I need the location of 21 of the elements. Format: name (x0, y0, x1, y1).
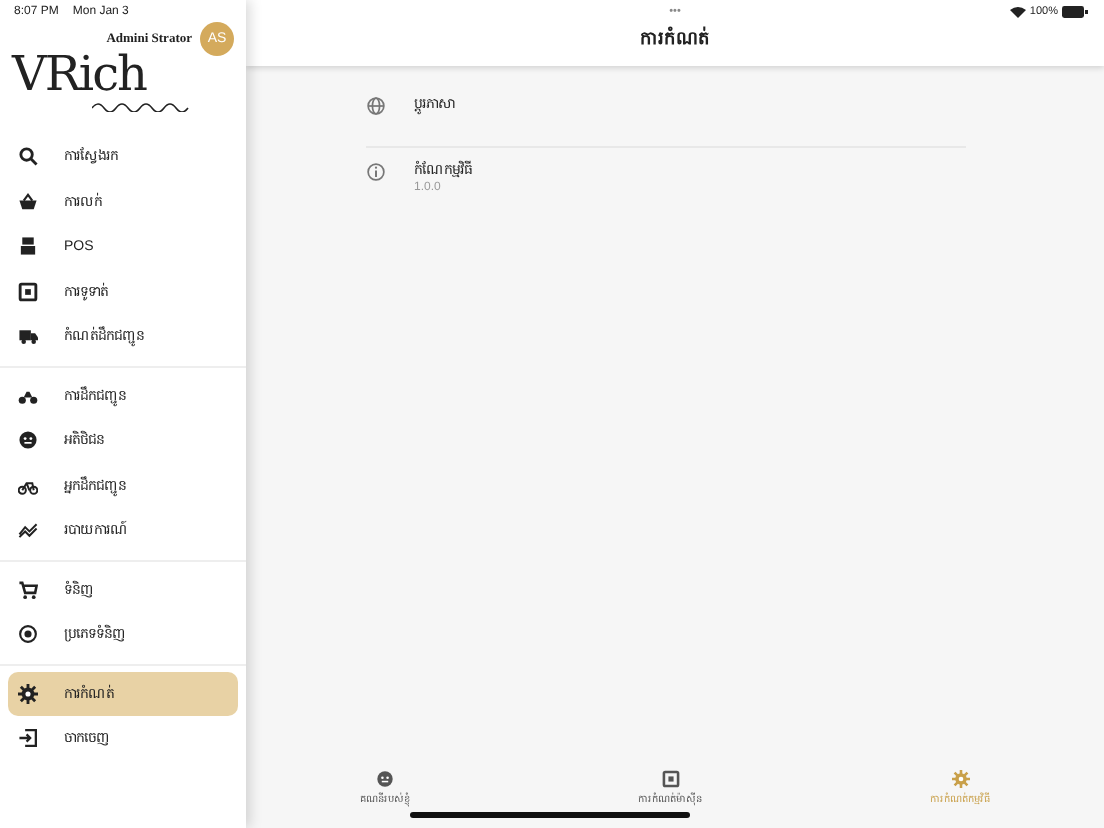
battery-icon (1062, 6, 1088, 18)
exit-icon (18, 728, 38, 749)
square-icon (661, 770, 679, 788)
square-icon (18, 281, 38, 302)
search-icon (18, 146, 38, 167)
trend-icon (18, 520, 38, 541)
face-icon (376, 770, 394, 788)
logo-text: VRich (12, 48, 149, 100)
wifi-icon (1009, 6, 1026, 18)
truck-icon (18, 326, 38, 347)
basket-icon (18, 191, 38, 212)
register-icon (18, 236, 38, 257)
settings-icon (18, 683, 38, 704)
tagline-scribble-icon (92, 100, 192, 112)
settings-icon (951, 770, 969, 788)
target-icon (18, 624, 38, 645)
face-icon (18, 430, 38, 451)
page-title: ការកំណត់ (638, 26, 712, 52)
globe-icon (366, 96, 386, 116)
info-icon (366, 162, 386, 182)
cart-icon (18, 579, 38, 600)
